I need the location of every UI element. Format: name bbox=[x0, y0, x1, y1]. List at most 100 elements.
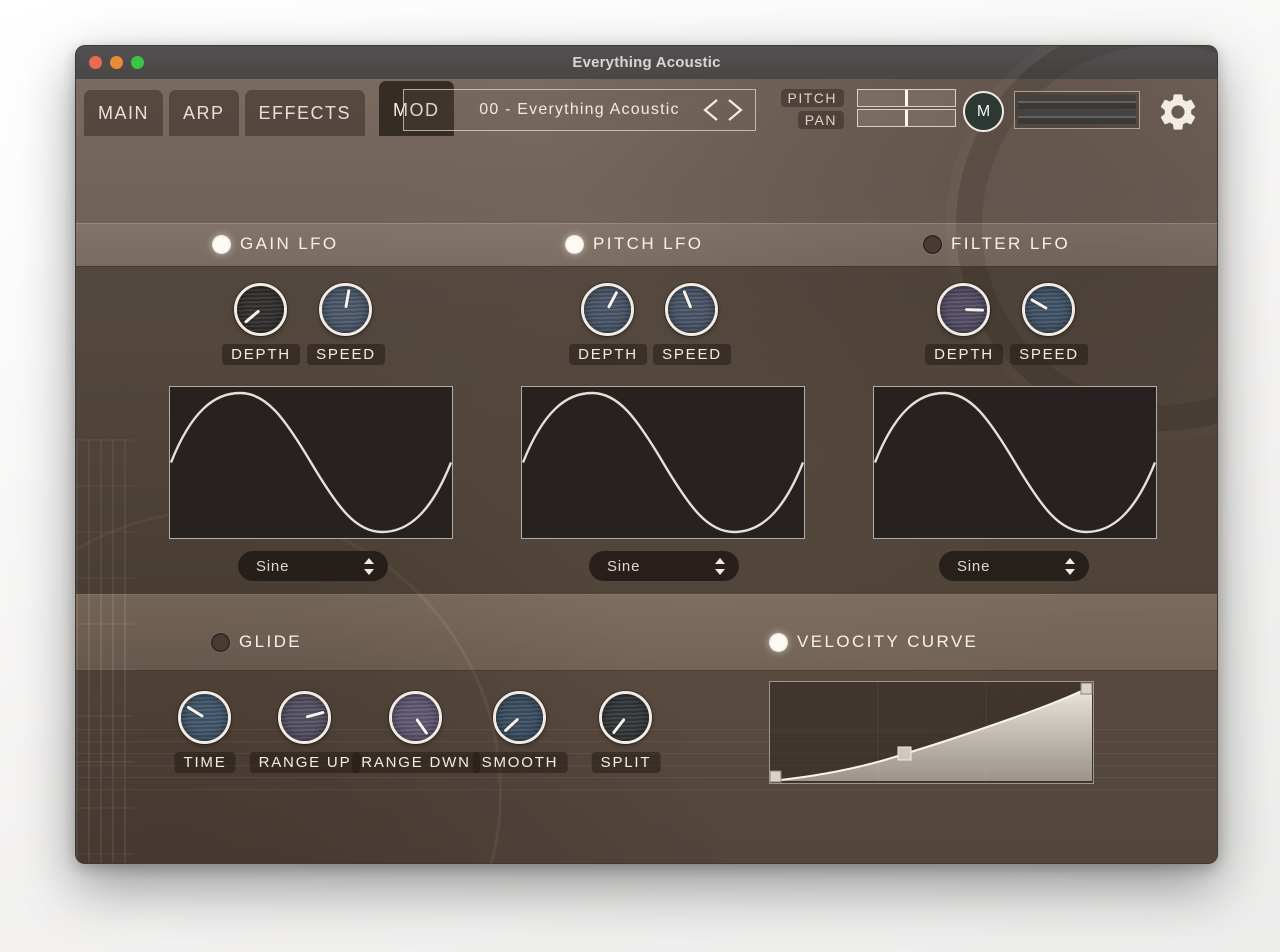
pitch-lfo-depth-knob[interactable] bbox=[581, 283, 634, 336]
filter-lfo-depth-knob[interactable] bbox=[937, 283, 990, 336]
knob-face bbox=[281, 694, 328, 741]
gain-lfo-wave-select[interactable]: Sine bbox=[238, 551, 388, 581]
pan-label: PAN bbox=[798, 111, 844, 129]
knob-face bbox=[181, 694, 228, 741]
glide-time-knob[interactable] bbox=[178, 691, 231, 744]
chevron-right-icon[interactable] bbox=[729, 100, 741, 120]
knob-face bbox=[496, 694, 543, 741]
knob-pointer bbox=[607, 291, 619, 309]
titlebar: Everything Acoustic bbox=[76, 46, 1217, 80]
pitch-lfo-waveform-display bbox=[521, 386, 805, 539]
preset-selector[interactable]: 00 - Everything Acoustic bbox=[403, 89, 756, 131]
tab-arp[interactable]: ARP bbox=[169, 90, 239, 136]
velocity-curve-display bbox=[769, 681, 1094, 784]
preset-name: 00 - Everything Acoustic bbox=[479, 101, 679, 119]
glide-range-dwn-label: RANGE DWN bbox=[352, 752, 480, 773]
glide-smooth-label: SMOOTH bbox=[473, 752, 568, 773]
gain-lfo-header: GAIN LFO bbox=[212, 234, 339, 254]
preset-prev-next-buttons[interactable] bbox=[699, 96, 747, 124]
glide-time-label: TIME bbox=[174, 752, 235, 773]
sine-wave-graphic bbox=[170, 387, 452, 538]
knob-pointer bbox=[344, 289, 350, 308]
gear-icon bbox=[1156, 90, 1200, 134]
knob-face bbox=[584, 286, 631, 333]
filter-lfo-speed-knob[interactable] bbox=[1022, 283, 1075, 336]
knob-pointer bbox=[612, 718, 626, 735]
pitch-lfo-depth-label: DEPTH bbox=[569, 344, 647, 365]
pitch-lfo-toggle[interactable] bbox=[565, 235, 584, 254]
pitch-label: PITCH bbox=[781, 89, 845, 107]
knob-pointer bbox=[965, 308, 984, 312]
up-down-arrows-icon bbox=[1064, 558, 1076, 575]
glide-toggle[interactable] bbox=[211, 633, 230, 652]
knob-face bbox=[602, 694, 649, 741]
gain-lfo-depth-knob[interactable] bbox=[234, 283, 287, 336]
glide-header: GLIDE bbox=[211, 632, 302, 652]
meter-bar-left bbox=[1018, 95, 1136, 109]
gain-lfo-speed-knob[interactable] bbox=[319, 283, 372, 336]
gain-lfo-depth-label: DEPTH bbox=[222, 344, 300, 365]
glide-title: GLIDE bbox=[239, 632, 302, 652]
pitch-lfo-speed-label: SPEED bbox=[653, 344, 731, 365]
pitch-lfo-title: PITCH LFO bbox=[593, 234, 703, 254]
wave-select-value: Sine bbox=[256, 558, 289, 575]
knob-pointer bbox=[306, 711, 325, 719]
plugin-content: MAIN ARP EFFECTS MOD 00 - Everything Aco… bbox=[76, 79, 1217, 863]
up-down-arrows-icon bbox=[714, 558, 726, 575]
knob-face bbox=[237, 286, 284, 333]
filter-lfo-title: FILTER LFO bbox=[951, 234, 1070, 254]
velocity-handle-mid[interactable] bbox=[898, 747, 911, 760]
knob-face bbox=[322, 286, 369, 333]
knob-face bbox=[1025, 286, 1072, 333]
pitch-slider-thumb[interactable] bbox=[905, 90, 908, 106]
gain-lfo-title: GAIN LFO bbox=[240, 234, 339, 254]
sine-wave-graphic bbox=[522, 387, 804, 538]
settings-button[interactable] bbox=[1155, 89, 1201, 135]
window-title: Everything Acoustic bbox=[76, 46, 1217, 79]
knob-face bbox=[392, 694, 439, 741]
filter-lfo-header: FILTER LFO bbox=[923, 234, 1070, 254]
glide-range-up-knob[interactable] bbox=[278, 691, 331, 744]
mute-button[interactable]: M bbox=[963, 91, 1004, 132]
knob-pointer bbox=[186, 705, 204, 718]
pitch-lfo-header: PITCH LFO bbox=[565, 234, 703, 254]
knob-pointer bbox=[1030, 298, 1048, 310]
knob-face bbox=[668, 286, 715, 333]
tab-main[interactable]: MAIN bbox=[84, 90, 163, 136]
glide-split-label: SPLIT bbox=[592, 752, 661, 773]
velocity-curve-title: VELOCITY CURVE bbox=[797, 632, 978, 652]
pitch-lfo-speed-knob[interactable] bbox=[665, 283, 718, 336]
meter-bar-right bbox=[1018, 110, 1136, 124]
chevron-left-icon[interactable] bbox=[705, 100, 717, 120]
filter-lfo-speed-label: SPEED bbox=[1010, 344, 1088, 365]
pitch-lfo-wave-select[interactable]: Sine bbox=[589, 551, 739, 581]
glide-range-dwn-knob[interactable] bbox=[389, 691, 442, 744]
glide-range-up-label: RANGE UP bbox=[250, 752, 361, 773]
knob-pointer bbox=[682, 290, 692, 309]
glide-split-knob[interactable] bbox=[599, 691, 652, 744]
velocity-curve-toggle[interactable] bbox=[769, 633, 788, 652]
tab-effects[interactable]: EFFECTS bbox=[245, 90, 366, 136]
knob-face bbox=[940, 286, 987, 333]
velocity-handle-low[interactable] bbox=[770, 771, 781, 782]
knob-pointer bbox=[503, 717, 519, 732]
filter-lfo-wave-select[interactable]: Sine bbox=[939, 551, 1089, 581]
knob-pointer bbox=[415, 718, 428, 735]
filter-lfo-toggle[interactable] bbox=[923, 235, 942, 254]
level-meter bbox=[1014, 91, 1140, 129]
velocity-handle-high[interactable] bbox=[1081, 683, 1092, 694]
tab-bar: MAIN ARP EFFECTS MOD bbox=[84, 79, 454, 136]
desktop: Everything Acoustic MAIN ARP EFFECTS MOD bbox=[0, 0, 1280, 952]
filter-lfo-depth-label: DEPTH bbox=[925, 344, 1003, 365]
glide-smooth-knob[interactable] bbox=[493, 691, 546, 744]
gain-lfo-toggle[interactable] bbox=[212, 235, 231, 254]
velocity-curve-header: VELOCITY CURVE bbox=[769, 632, 978, 652]
pitch-slider[interactable] bbox=[857, 89, 956, 107]
velocity-curve-graphic bbox=[770, 682, 1093, 783]
wave-select-value: Sine bbox=[957, 558, 990, 575]
plugin-window: Everything Acoustic MAIN ARP EFFECTS MOD bbox=[75, 45, 1218, 864]
pan-slider-thumb[interactable] bbox=[905, 110, 908, 126]
pan-slider[interactable] bbox=[857, 109, 956, 127]
filter-lfo-waveform-display bbox=[873, 386, 1157, 539]
wave-select-value: Sine bbox=[607, 558, 640, 575]
